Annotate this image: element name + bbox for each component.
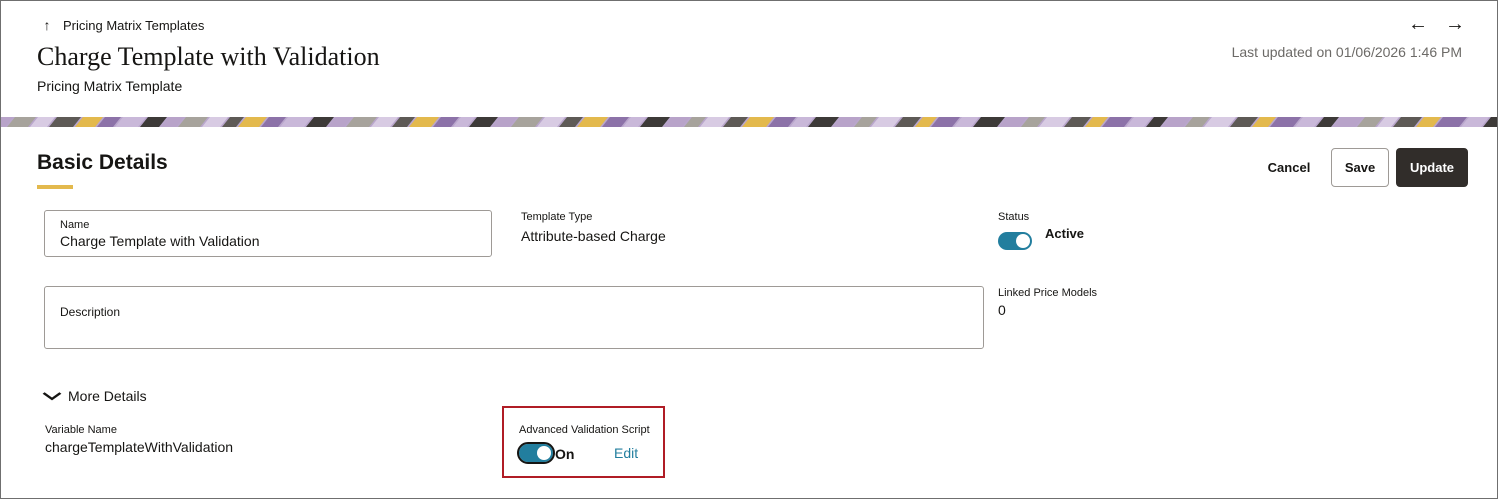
name-label: Name [60,219,90,231]
template-type-label: Template Type [521,211,593,223]
breadcrumb-label[interactable]: Pricing Matrix Templates [63,18,204,33]
section-title-underline [37,185,73,189]
linked-price-models-value: 0 [998,302,1006,318]
section-title: Basic Details [37,151,168,174]
description-field[interactable]: Description [44,286,984,349]
status-value: Active [1045,226,1085,241]
record-navigation: ← → [1408,13,1465,36]
previous-record-icon[interactable]: ← [1408,13,1428,36]
name-input[interactable]: Charge Template with Validation [60,233,476,249]
advanced-validation-script-label: Advanced Validation Script [519,424,650,436]
edit-script-link[interactable]: Edit [614,445,638,461]
more-details-toggle[interactable]: More Details [42,388,147,404]
last-updated-text: Last updated on 01/06/2026 1:46 PM [1231,44,1462,60]
variable-name-value: chargeTemplateWithValidation [45,439,234,455]
advanced-validation-switch[interactable] [517,442,555,464]
arrow-up-icon: ↑ [43,17,51,33]
template-type-value: Attribute-based Charge [521,228,666,244]
update-button[interactable]: Update [1396,148,1468,187]
highlight-annotation-box [502,406,665,478]
name-field[interactable]: Name Charge Template with Validation [44,210,492,257]
variable-name-label: Variable Name [45,424,117,436]
save-button[interactable]: Save [1331,148,1389,187]
toggle-knob [537,446,551,460]
advanced-validation-script-value: On [555,446,575,462]
more-details-label[interactable]: More Details [68,388,147,404]
status-toggle[interactable] [998,232,1032,255]
status-label: Status [998,211,1030,223]
cancel-button[interactable]: Cancel [1260,148,1318,186]
page-subtitle: Pricing Matrix Template [37,78,183,94]
breadcrumb[interactable]: ↑ Pricing Matrix Templates [41,17,205,33]
description-label: Description [60,305,121,319]
page-title: Charge Template with Validation [37,42,380,71]
advanced-validation-script-toggle[interactable] [517,442,555,467]
toggle-knob [1016,234,1030,248]
decorative-pattern-band [1,117,1497,127]
status-switch[interactable] [998,232,1032,250]
template-type-field: Template Type Attribute-based Charge [521,211,666,244]
linked-price-models-label: Linked Price Models [998,287,1098,299]
chevron-down-icon [42,388,62,404]
next-record-icon[interactable]: → [1445,13,1465,36]
